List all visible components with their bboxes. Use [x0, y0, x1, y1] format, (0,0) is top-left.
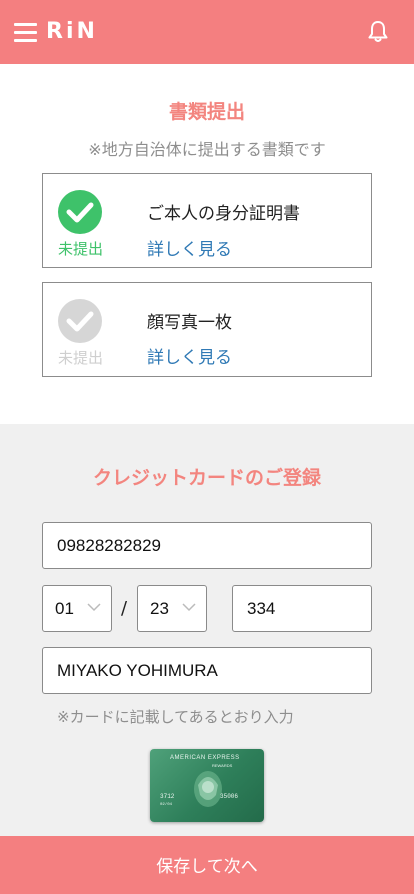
credit-card-title: クレジットカードのご登録	[92, 467, 321, 489]
status-badge: 未提出	[57, 349, 103, 367]
document-name: ご本人の身分証明書	[147, 204, 300, 224]
chevron-down-icon	[182, 603, 196, 612]
cvc-field[interactable]: 334	[232, 585, 372, 632]
expiry-separator: /	[121, 598, 128, 619]
app-logo: RiN	[46, 19, 98, 44]
expiry-month-value: 01	[55, 599, 74, 618]
card-number-right: 35006	[220, 793, 239, 800]
save-and-next-button[interactable]: 保存して次へ	[0, 836, 414, 894]
expiry-month-select[interactable]: 01	[42, 585, 112, 632]
details-link[interactable]: 詳しく見る	[147, 235, 232, 260]
status-badge: 未提出	[57, 240, 103, 258]
cardholder-name-field[interactable]: MIYAKO YOHIMURA	[42, 647, 372, 694]
chevron-down-icon	[87, 603, 101, 612]
expiry-year-value: 23	[150, 599, 169, 618]
centurion-portrait-icon	[194, 771, 222, 807]
document-name: 顔写真一枚	[147, 313, 232, 333]
documents-subtitle: ※地方自治体に提出する書類です	[88, 140, 326, 159]
card-number-field[interactable]: 09828282829	[42, 522, 372, 569]
card-number-left: 3712	[160, 793, 175, 800]
documents-title: 書類提出	[168, 101, 245, 123]
document-item-photo[interactable]: 未提出 顔写真一枚 詳しく見る	[42, 282, 372, 377]
app-header: RiN	[0, 0, 414, 64]
input-note: ※カードに記載してあるとおり入力	[57, 708, 294, 726]
bell-icon[interactable]	[364, 18, 392, 46]
document-item-id[interactable]: 未提出 ご本人の身分証明書 詳しく見る	[42, 173, 372, 268]
card-brand: AMERICAN EXPRESS	[170, 755, 240, 761]
hamburger-menu-icon[interactable]	[14, 20, 38, 44]
card-expiry: 02/04	[160, 803, 173, 807]
details-link[interactable]: 詳しく見る	[147, 343, 232, 368]
check-icon	[58, 190, 102, 234]
check-icon	[58, 299, 102, 343]
expiry-year-select[interactable]: 23	[137, 585, 207, 632]
credit-card-image: AMERICAN EXPRESS REWARDS 3712 35006 02/0…	[150, 749, 264, 822]
